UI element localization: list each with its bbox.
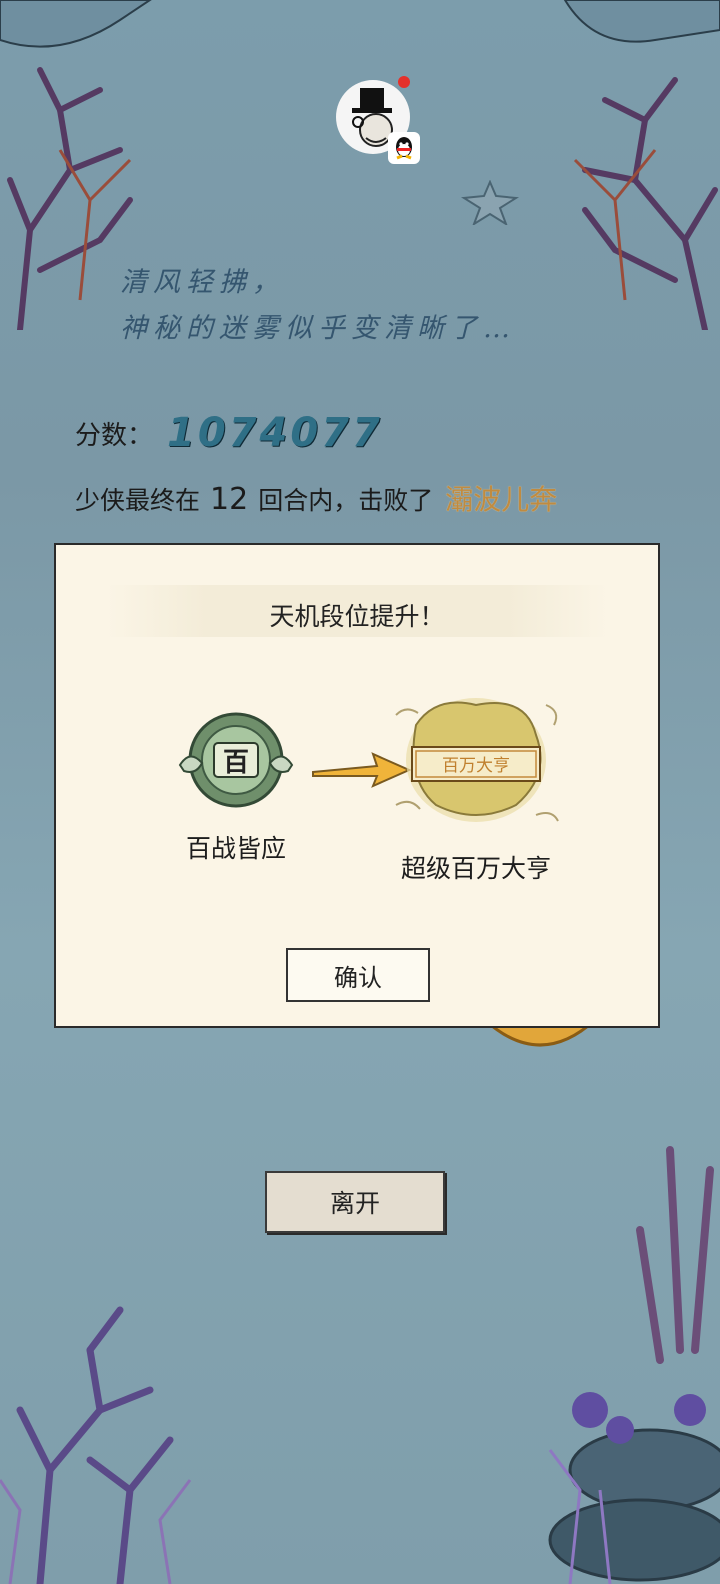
defeat-mid: 回合内，击败了	[258, 486, 434, 515]
starfish-decoration	[460, 180, 520, 225]
defeat-prefix: 少侠最终在	[75, 486, 201, 515]
hundred-battles-emblem-icon: 百	[178, 712, 294, 808]
new-rank: 百万大亨 超级百万大亨	[376, 685, 576, 885]
to-rank-name: 超级百万大亨	[400, 854, 551, 883]
rank-up-dialog: 天机段位提升！ 百 百战皆应 百万大亨 超级百万大亨 确认	[54, 543, 660, 1028]
confirm-button[interactable]: 确认	[286, 948, 430, 1002]
to-rank-emblem-text: 百万大亨	[442, 756, 510, 776]
qq-icon	[388, 132, 420, 164]
score-label: 分数：	[75, 420, 154, 451]
from-rank-emblem-char: 百	[223, 748, 249, 778]
dialog-title: 天机段位提升！	[269, 602, 445, 631]
from-rank-name: 百战皆应	[185, 834, 286, 863]
boss-name: 灞波儿奔	[445, 483, 558, 516]
hint-line-1: 清风轻拂，	[120, 267, 285, 298]
notification-dot	[398, 76, 410, 88]
player-avatar[interactable]	[336, 76, 420, 164]
round-count: 12	[210, 482, 249, 517]
tycoon-emblem-icon: 百万大亨	[395, 698, 559, 822]
mist-hint-text: 清风轻拂， 神秘的迷雾似乎变清晰了…	[120, 260, 640, 352]
score-row: 分数： 1074077	[75, 410, 383, 456]
leave-button[interactable]: 离开	[265, 1171, 445, 1233]
previous-rank: 百 百战皆应	[156, 705, 316, 865]
hint-line-2: 神秘的迷雾似乎变清晰了…	[120, 313, 516, 344]
bottom-right-coral-decoration	[548, 1146, 720, 1584]
defeat-summary: 少侠最终在 12 回合内，击败了 灞波儿奔	[75, 478, 557, 518]
score-value: 1074077	[167, 410, 383, 456]
bottom-left-coral-decoration	[0, 1306, 192, 1584]
